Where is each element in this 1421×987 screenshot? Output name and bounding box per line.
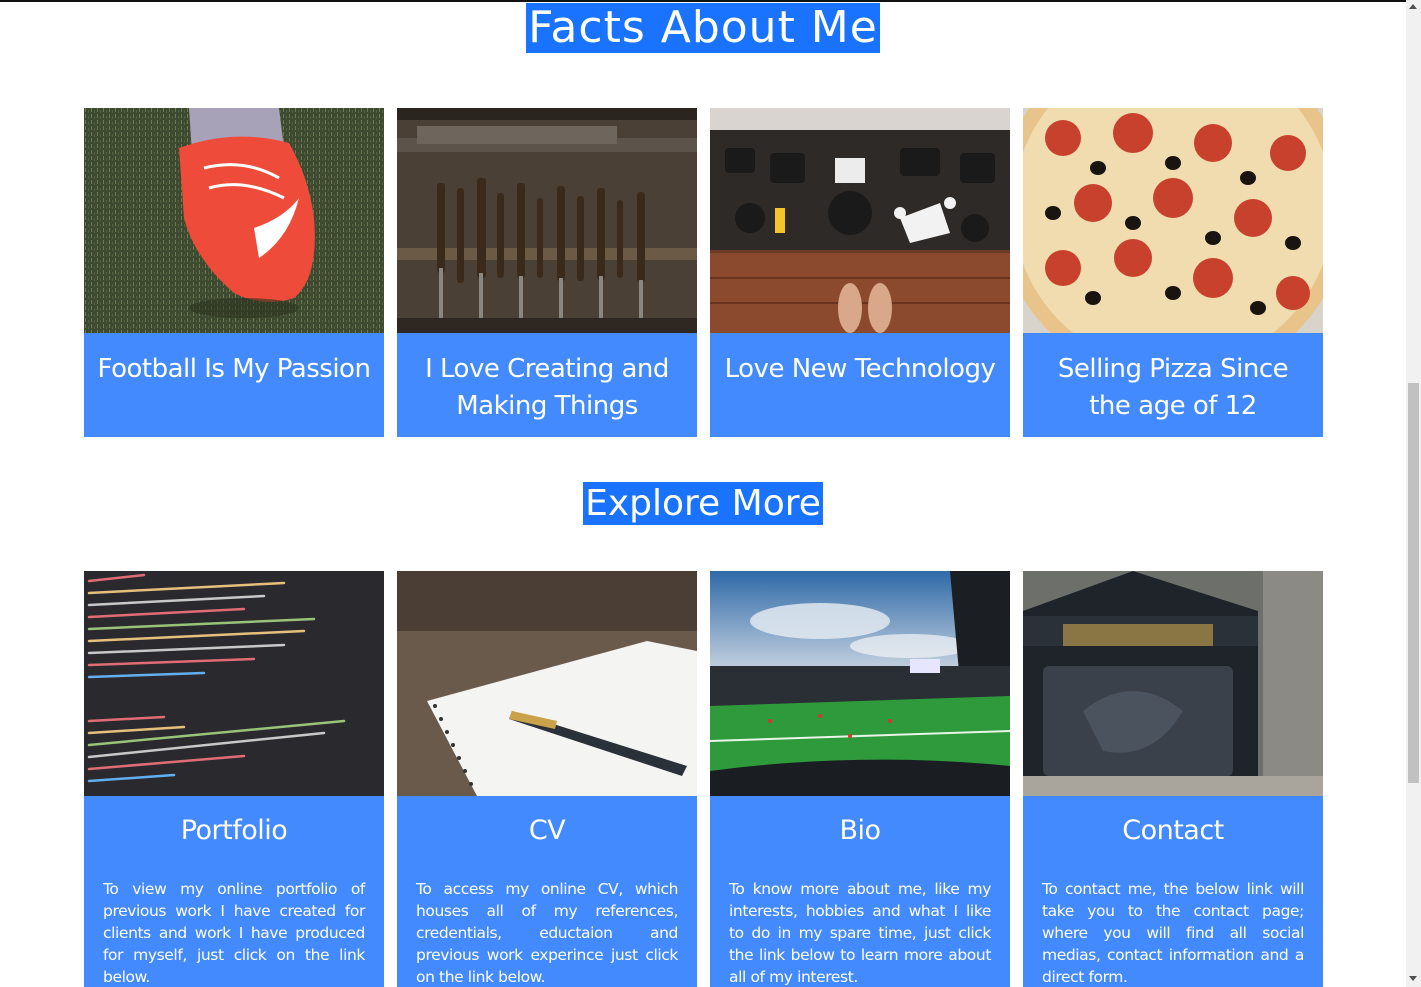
explore-cards-row: Portfolio To view my online portfolio of… [84,571,1323,987]
cv-description: To access my online CV, which houses all… [416,880,678,986]
facts-cards-row: Football Is My Passion I Love Creating a… [84,108,1323,437]
fact-caption-pizza: Selling Pizza Since the age of 12 [1023,333,1323,437]
contact-description: To contact me, the below link will take … [1042,880,1304,986]
explore-card-cv[interactable]: CV To access my online CV, which houses … [397,571,697,987]
bio-description: To know more about me, like my interests… [729,880,991,986]
fact-card-pizza[interactable]: Selling Pizza Since the age of 12 [1023,108,1323,437]
fact-caption-technology: Love New Technology [710,333,1010,437]
bio-title: Bio [839,815,881,846]
contact-title: Contact [1122,815,1224,846]
scrollbar-thumb[interactable] [1408,383,1419,783]
portfolio-title: Portfolio [180,815,288,846]
code-screen-photo [84,571,384,796]
notebook-pen-photo [397,571,697,796]
explore-panel-cv: CV To access my online CV, which houses … [397,796,697,987]
fact-caption-making: I Love Creating and Making Things [397,333,697,437]
fact-card-football[interactable]: Football Is My Passion [84,108,384,437]
letterbox-photo [1023,571,1323,796]
fact-card-technology[interactable]: Love New Technology [710,108,1010,437]
fact-card-making[interactable]: I Love Creating and Making Things [397,108,697,437]
page: Facts About Me Football Is My Passion I … [0,0,1406,987]
explore-card-contact[interactable]: Contact To contact me, the below link wi… [1023,571,1323,987]
explore-card-portfolio[interactable]: Portfolio To view my online portfolio of… [84,571,384,987]
football-stadium-photo [710,571,1010,796]
football-boot-photo [84,108,384,333]
facts-section-heading: Facts About Me [0,3,1406,53]
pepperoni-pizza-photo [1023,108,1323,333]
explore-panel-contact: Contact To contact me, the below link wi… [1023,796,1323,987]
camera-gear-photo [710,108,1010,333]
workshop-tools-photo [397,108,697,333]
vertical-scrollbar[interactable] [1406,0,1421,987]
scroll-up-arrow-icon[interactable] [1409,4,1417,9]
explore-title: Explore More [583,482,823,525]
explore-panel-portfolio: Portfolio To view my online portfolio of… [84,796,384,987]
explore-section-heading: Explore More [0,482,1406,525]
explore-panel-bio: Bio To know more about me, like my inter… [710,796,1010,987]
scroll-down-arrow-icon[interactable] [1409,976,1417,981]
cv-title: CV [528,815,566,846]
fact-caption-football: Football Is My Passion [84,333,384,437]
facts-title: Facts About Me [526,2,880,53]
explore-card-bio[interactable]: Bio To know more about me, like my inter… [710,571,1010,987]
portfolio-description: To view my online portfolio of previous … [103,880,365,986]
